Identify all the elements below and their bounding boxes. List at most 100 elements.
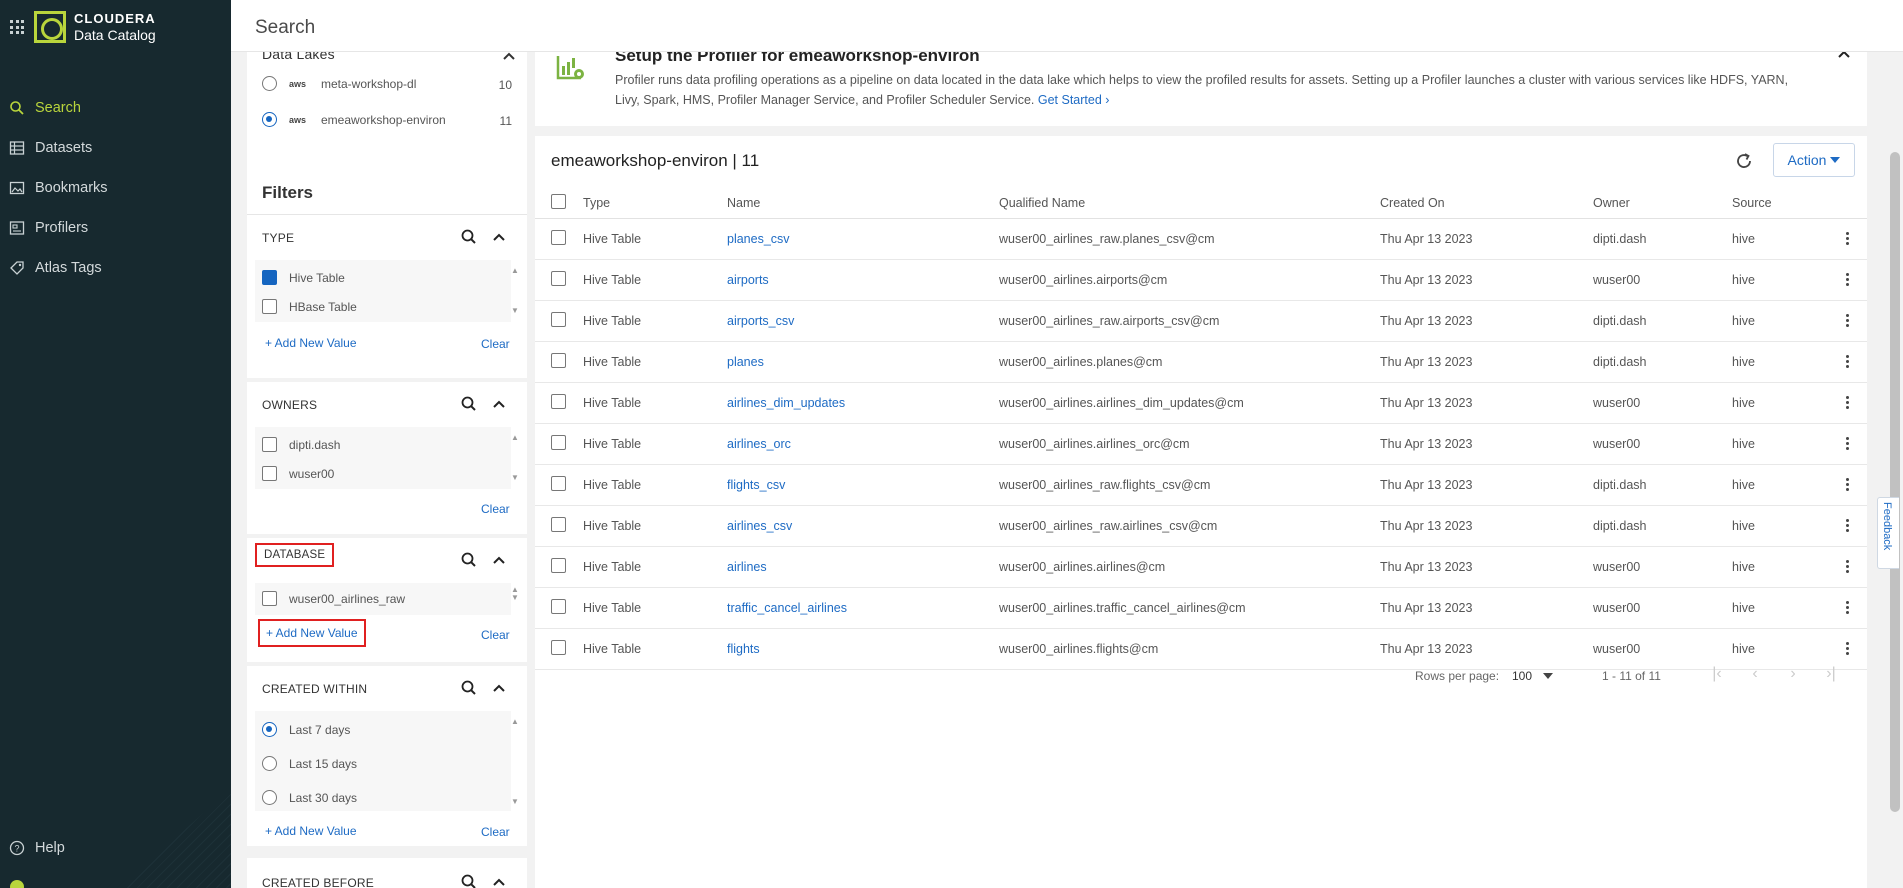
add-new-value-link[interactable]: + Add New Value: [258, 619, 366, 647]
owner-option[interactable]: wuser00: [262, 466, 334, 481]
row-checkbox[interactable]: [551, 557, 566, 573]
row-checkbox[interactable]: [551, 434, 566, 450]
user-avatar[interactable]: [10, 880, 24, 888]
search-icon[interactable]: [459, 394, 479, 414]
more-options-icon[interactable]: [1837, 601, 1857, 614]
more-options-icon[interactable]: [1837, 478, 1857, 491]
column-header-created-on[interactable]: Created On: [1380, 188, 1593, 219]
list-scrollbar[interactable]: ▲ ▼: [511, 718, 519, 806]
column-header-owner[interactable]: Owner: [1593, 188, 1732, 219]
asset-name-link[interactable]: planes: [727, 355, 764, 369]
list-scrollbar[interactable]: ▲ ▼: [511, 267, 519, 315]
created-within-radio[interactable]: [262, 722, 277, 737]
column-header-source[interactable]: Source: [1732, 188, 1837, 219]
more-options-icon[interactable]: [1837, 437, 1857, 450]
asset-name-link[interactable]: flights: [727, 642, 760, 656]
nav-item-datasets[interactable]: Datasets: [0, 128, 231, 168]
last-page-icon[interactable]: ›|: [1821, 665, 1841, 685]
collapse-icon[interactable]: [489, 550, 509, 570]
nav-item-search[interactable]: Search: [0, 88, 231, 128]
nav-item-profilers[interactable]: Profilers: [0, 208, 231, 248]
nav-item-atlas-tags[interactable]: Atlas Tags: [0, 248, 231, 288]
collapse-icon[interactable]: [499, 52, 519, 66]
data-lake-radio[interactable]: [262, 112, 277, 127]
table-row[interactable]: Hive Table flights_csv wuser00_airlines_ra…: [535, 464, 1867, 506]
asset-name-link[interactable]: traffic_cancel_airlines: [727, 601, 847, 615]
next-page-icon[interactable]: ›: [1783, 665, 1803, 685]
database-option[interactable]: wuser00_airlines_raw: [262, 591, 405, 606]
column-header-type[interactable]: Type: [583, 188, 727, 219]
caret-down-icon[interactable]: [1543, 673, 1553, 679]
nav-item-bookmarks[interactable]: Bookmarks: [0, 168, 231, 208]
app-logo[interactable]: CLOUDERA Data Catalog: [34, 11, 156, 43]
type-checkbox[interactable]: [262, 270, 277, 285]
add-new-value-link[interactable]: + Add New Value: [265, 824, 357, 838]
clear-link[interactable]: Clear: [481, 502, 510, 516]
app-grid-icon[interactable]: [10, 20, 24, 34]
owner-checkbox[interactable]: [262, 437, 277, 452]
database-checkbox[interactable]: [262, 591, 277, 606]
clear-link[interactable]: Clear: [481, 825, 510, 839]
table-row[interactable]: Hive Table airlines_dim_updates wuser00_ai…: [535, 382, 1867, 424]
action-button[interactable]: Action: [1773, 143, 1855, 177]
asset-name-link[interactable]: airlines_dim_updates: [727, 396, 845, 410]
page-scrollbar[interactable]: [1887, 52, 1903, 888]
more-options-icon[interactable]: [1837, 519, 1857, 532]
created-within-option[interactable]: Last 15 days: [262, 756, 357, 771]
more-options-icon[interactable]: [1837, 273, 1857, 286]
search-icon[interactable]: [459, 227, 479, 247]
more-options-icon[interactable]: [1837, 642, 1857, 655]
created-within-option[interactable]: Last 30 days: [262, 790, 357, 805]
refresh-icon[interactable]: [1733, 150, 1755, 172]
owner-option[interactable]: dipti.dash: [262, 437, 340, 452]
created-within-radio[interactable]: [262, 756, 277, 771]
row-checkbox[interactable]: [551, 598, 566, 614]
data-lake-option[interactable]: aws emeaworkshop-environ: [262, 112, 512, 127]
asset-name-link[interactable]: airports: [727, 273, 769, 287]
search-icon[interactable]: [459, 550, 479, 570]
table-row[interactable]: Hive Table planes_csv wuser00_airlines_raw…: [535, 218, 1867, 260]
table-row[interactable]: Hive Table airports wuser00_airlines.airpo…: [535, 259, 1867, 301]
collapse-icon[interactable]: [489, 394, 509, 414]
owner-checkbox[interactable]: [262, 466, 277, 481]
row-checkbox[interactable]: [551, 229, 566, 245]
collapse-icon[interactable]: [1835, 52, 1853, 64]
column-header-name[interactable]: Name: [727, 188, 999, 219]
asset-name-link[interactable]: airlines_orc: [727, 437, 791, 451]
clear-link[interactable]: Clear: [481, 628, 510, 642]
more-options-icon[interactable]: [1837, 314, 1857, 327]
table-row[interactable]: Hive Table planes wuser00_airlines.planes@…: [535, 341, 1867, 383]
asset-name-link[interactable]: airlines_csv: [727, 519, 792, 533]
more-options-icon[interactable]: [1837, 232, 1857, 245]
first-page-icon[interactable]: |‹: [1707, 665, 1727, 685]
row-checkbox[interactable]: [551, 516, 566, 532]
table-row[interactable]: Hive Table airlines wuser00_airlines.airli…: [535, 546, 1867, 588]
table-row[interactable]: Hive Table airlines_orc wuser00_airlines.a…: [535, 423, 1867, 465]
feedback-tab[interactable]: Feedback: [1877, 497, 1899, 569]
row-checkbox[interactable]: [551, 270, 566, 286]
created-within-option[interactable]: Last 7 days: [262, 722, 350, 737]
data-lake-option[interactable]: aws meta-workshop-dl: [262, 76, 512, 91]
row-checkbox[interactable]: [551, 639, 566, 655]
table-row[interactable]: Hive Table airports_csv wuser00_airlines_r…: [535, 300, 1867, 342]
collapse-icon[interactable]: [489, 872, 509, 888]
scrollbar-thumb[interactable]: [1890, 152, 1900, 812]
asset-name-link[interactable]: airlines: [727, 560, 767, 574]
select-all-checkbox[interactable]: [551, 193, 566, 209]
clear-link[interactable]: Clear: [481, 337, 510, 351]
asset-name-link[interactable]: airports_csv: [727, 314, 794, 328]
type-checkbox[interactable]: [262, 299, 277, 314]
type-option[interactable]: HBase Table: [262, 299, 357, 314]
type-option[interactable]: Hive Table: [262, 270, 345, 285]
more-options-icon[interactable]: [1837, 355, 1857, 368]
more-options-icon[interactable]: [1837, 396, 1857, 409]
rows-per-page-select[interactable]: 100: [1512, 669, 1532, 683]
table-row[interactable]: Hive Table traffic_cancel_airlines wuser00…: [535, 587, 1867, 629]
previous-page-icon[interactable]: ‹: [1745, 665, 1765, 685]
row-checkbox[interactable]: [551, 393, 566, 409]
column-header-qualified-name[interactable]: Qualified Name: [999, 188, 1380, 219]
nav-item-help[interactable]: ? Help: [9, 840, 65, 856]
collapse-icon[interactable]: [489, 678, 509, 698]
table-row[interactable]: Hive Table airlines_csv wuser00_airlines_r…: [535, 505, 1867, 547]
more-options-icon[interactable]: [1837, 560, 1857, 573]
